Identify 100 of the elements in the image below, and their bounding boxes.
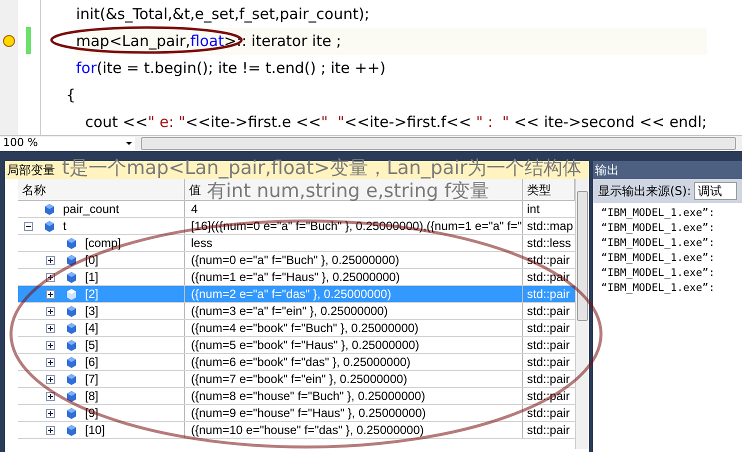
- variable-name: [0]: [85, 252, 98, 268]
- variable-value: ({num=2 e="a" f="das" }, 0.25000000): [191, 287, 392, 301]
- expand-toggle[interactable]: [46, 392, 54, 400]
- cube-icon: [66, 356, 76, 368]
- cube-icon: [44, 202, 54, 216]
- variable-name: [3]: [85, 303, 98, 319]
- locals-row[interactable]: [1] ({num=1 e="a" f="Haus" }, 0.25000000) std::pair: [18, 269, 575, 286]
- annotation-text: t是一个map<Lan_pair,float>变量，Lan_pair为一个结构体: [62, 157, 582, 180]
- locals-row[interactable]: t [16](({num=0 e="a" f="Buch" }, 0.25000000),({num=1 e="a" f=" std::map: [18, 218, 575, 235]
- variable-name: [6]: [85, 354, 98, 370]
- expand-toggle[interactable]: [46, 272, 54, 282]
- cube-icon: [66, 322, 76, 334]
- column-header[interactable]: 类型: [527, 183, 551, 197]
- variable-name: [1]: [85, 269, 98, 285]
- expand-toggle[interactable]: [46, 358, 54, 366]
- annotation-text: 有int num,string e,string f变量: [207, 180, 490, 203]
- locals-row[interactable]: [6] ({num=6 e="book" f="das" }, 0.25000000) std::pair: [18, 354, 575, 371]
- expand-toggle[interactable]: [46, 408, 54, 418]
- output-line: “IBM_MODEL_1.exe”:: [601, 236, 716, 251]
- variable-type: std::less: [527, 236, 572, 250]
- variable-type: std::pair: [527, 372, 570, 386]
- cube-icon: [66, 338, 76, 352]
- expand-toggle[interactable]: [46, 374, 54, 384]
- variable-name: [7]: [85, 371, 98, 387]
- locals-row[interactable]: [3] ({num=3 e="a" f="ein" }, 0.25000000) std::pair: [18, 303, 575, 320]
- caret-icon: [126, 142, 132, 145]
- expand-toggle[interactable]: [46, 426, 54, 434]
- cube-icon: [66, 372, 76, 386]
- variable-type: std::pair: [527, 287, 570, 301]
- output-line: “IBM_MODEL_1.exe”:: [601, 251, 716, 266]
- source-label: 显示输出来源(S):: [598, 183, 692, 200]
- code-line: {: [66, 85, 77, 106]
- locals-row[interactable]: [0] ({num=0 e="a" f="Buch" }, 0.25000000) std::pair: [18, 252, 575, 269]
- column-header[interactable]: 名称: [22, 183, 46, 197]
- locals-row[interactable]: [7] ({num=7 e="book" f="ein" }, 0.25000000) std::pair: [18, 371, 575, 388]
- horizontal-scrollbar[interactable]: [141, 137, 736, 150]
- code-line: for(ite = t.begin(); ite != t.end() ; ite ++): [76, 58, 387, 79]
- variable-name: pair_count: [63, 201, 120, 217]
- variable-name: [2]: [85, 286, 98, 302]
- locals-row[interactable]: [10] ({num=10 e="house" f="das" }, 0.25000000) std::pair: [18, 422, 575, 439]
- locals-row[interactable]: [4] ({num=4 e="book" f="Buch" }, 0.25000000) std::pair: [18, 320, 575, 337]
- variable-value: ({num=9 e="house" f="Haus" }, 0.25000000): [191, 406, 426, 420]
- variable-name: [comp]: [85, 235, 122, 251]
- variable-name: [4]: [85, 320, 98, 336]
- variable-type: std::pair: [527, 423, 570, 437]
- output-line: “IBM_MODEL_1.exe”:: [601, 206, 716, 221]
- locals-row[interactable]: [8] ({num=8 e="house" f="Buch" }, 0.25000000) std::pair: [18, 388, 575, 405]
- collapse-toggle[interactable]: [24, 222, 32, 230]
- variable-name: [9]: [85, 405, 98, 421]
- variable-type: std::pair: [527, 270, 570, 284]
- variable-value: ({num=6 e="book" f="das" }, 0.25000000): [191, 355, 411, 369]
- output-line: “IBM_MODEL_1.exe”:: [601, 221, 716, 236]
- vertical-scrollbar[interactable]: [575, 179, 589, 449]
- expand-toggle[interactable]: [46, 306, 54, 316]
- variable-type: std::pair: [527, 338, 570, 352]
- expand-toggle[interactable]: [46, 340, 54, 350]
- source-dropdown[interactable]: 调试: [694, 182, 737, 200]
- cube-icon: [44, 220, 54, 232]
- output-line: “IBM_MODEL_1.exe”:: [601, 266, 716, 281]
- cube-icon: [66, 236, 76, 250]
- zoom-dropdown[interactable]: 100 %: [0, 136, 135, 150]
- expand-toggle[interactable]: [46, 324, 54, 332]
- locals-row[interactable]: [9] ({num=9 e="house" f="Haus" }, 0.25000000) std::pair: [18, 405, 575, 422]
- code-line: cout <<" e: "<<ite->first.e <<" "<<ite->first.f<< " : " << ite->second << endl;: [84, 112, 707, 133]
- column-header[interactable]: 值: [189, 183, 201, 197]
- cube-icon: [66, 288, 76, 300]
- variable-name: [5]: [85, 337, 98, 353]
- variable-name: [10]: [85, 422, 106, 438]
- locals-row[interactable]: pair_count 4 int: [18, 201, 575, 218]
- variable-type: std::pair: [527, 304, 570, 318]
- variable-value: ({num=5 e="book" f="Haus" }, 0.25000000): [191, 338, 420, 352]
- cube-icon: [66, 406, 76, 420]
- output-line: “IBM_MODEL_1.exe”:: [601, 281, 716, 296]
- locals-row[interactable]: [comp] less std::less: [18, 235, 575, 252]
- variable-value: [16](({num=0 e="a" f="Buch" }, 0.25000000),({num=1 e="a" f=": [191, 219, 522, 233]
- variable-value: ({num=4 e="book" f="Buch" }, 0.25000000): [191, 321, 419, 335]
- variable-type: std::map: [527, 219, 574, 233]
- variable-type: std::pair: [527, 355, 570, 369]
- expand-toggle[interactable]: [46, 290, 54, 298]
- variable-value: ({num=10 e="house" f="das" }, 0.25000000): [191, 423, 424, 437]
- cube-icon: [66, 390, 76, 402]
- cube-icon: [66, 270, 76, 284]
- variable-type: int: [527, 202, 540, 216]
- variable-type: std::pair: [527, 389, 570, 403]
- variable-type: std::pair: [527, 253, 570, 267]
- variable-value: ({num=0 e="a" f="Buch" }, 0.25000000): [191, 253, 400, 267]
- cube-icon: [66, 254, 76, 266]
- variable-value: ({num=7 e="book" f="ein" }, 0.25000000): [191, 372, 408, 386]
- variable-name: [8]: [85, 388, 98, 404]
- expand-toggle[interactable]: [46, 256, 54, 264]
- panel-title: 输出: [595, 162, 619, 179]
- variable-value: ({num=8 e="house" f="Buch" }, 0.25000000): [191, 389, 426, 403]
- cube-icon: [66, 424, 76, 436]
- panel-title: 局部变量: [7, 162, 55, 179]
- code-line: init(&s_Total,&t,e_set,f_set,pair_count);: [76, 4, 370, 25]
- variable-type: std::pair: [527, 321, 570, 335]
- variable-value: ({num=3 e="a" f="ein" }, 0.25000000): [191, 304, 388, 318]
- variable-type: std::pair: [527, 406, 570, 420]
- locals-row[interactable]: [5] ({num=5 e="book" f="Haus" }, 0.25000000) std::pair: [18, 337, 575, 354]
- variable-value: ({num=1 e="a" f="Haus" }, 0.25000000): [191, 270, 400, 284]
